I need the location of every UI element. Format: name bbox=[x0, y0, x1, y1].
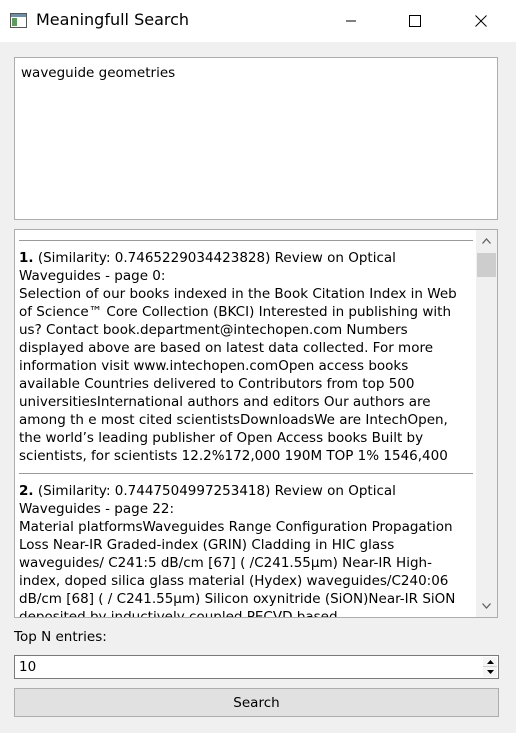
chevron-up-icon bbox=[482, 238, 491, 244]
result-header: 2. (Similarity: 0.7447504997253418) Revi… bbox=[19, 482, 473, 518]
minimize-button[interactable] bbox=[328, 0, 374, 42]
results-panel[interactable]: 1. (Similarity: 0.7465229034423828) Revi… bbox=[14, 229, 498, 618]
chevron-down-icon bbox=[482, 603, 491, 609]
topn-spinbox[interactable]: 10 bbox=[14, 655, 499, 679]
results-list: 1. (Similarity: 0.7465229034423828) Revi… bbox=[19, 240, 473, 618]
results-scrollbar[interactable] bbox=[476, 230, 497, 617]
result-body: Material platformsWaveguides Range Confi… bbox=[19, 519, 456, 618]
result-item: 1. (Similarity: 0.7465229034423828) Revi… bbox=[19, 249, 473, 465]
query-text: waveguide geometries bbox=[21, 65, 176, 81]
spin-buttons bbox=[483, 657, 497, 677]
result-item: 2. (Similarity: 0.7447504997253418) Revi… bbox=[19, 482, 473, 618]
scroll-down-button[interactable] bbox=[476, 595, 497, 617]
result-body: Selection of our books indexed in the Bo… bbox=[19, 286, 457, 464]
search-button[interactable]: Search bbox=[14, 688, 499, 717]
close-icon bbox=[475, 15, 487, 27]
triangle-down-icon bbox=[486, 670, 494, 674]
title-bar[interactable]: Meaningfull Search bbox=[0, 0, 516, 42]
spin-up-button[interactable] bbox=[483, 657, 497, 667]
query-input[interactable]: waveguide geometries bbox=[14, 57, 498, 220]
window-app-icon bbox=[10, 13, 27, 28]
scroll-up-button[interactable] bbox=[476, 230, 497, 252]
minimize-icon bbox=[346, 20, 356, 22]
spin-down-button[interactable] bbox=[483, 667, 497, 677]
result-title: (Similarity: 0.7465229034423828) Review … bbox=[19, 250, 396, 284]
topn-value: 10 bbox=[19, 659, 37, 675]
window-title: Meaningfull Search bbox=[36, 10, 190, 29]
result-number: 2. bbox=[19, 483, 34, 499]
maximize-icon bbox=[409, 15, 421, 27]
triangle-up-icon bbox=[486, 659, 494, 664]
result-number: 1. bbox=[19, 250, 34, 266]
topn-label: Top N entries: bbox=[14, 629, 107, 645]
result-title: (Similarity: 0.7447504997253418) Review … bbox=[19, 483, 396, 517]
scroll-thumb[interactable] bbox=[477, 253, 496, 277]
result-header: 1. (Similarity: 0.7465229034423828) Revi… bbox=[19, 249, 473, 285]
close-button[interactable] bbox=[458, 0, 504, 42]
result-separator bbox=[19, 473, 473, 474]
maximize-button[interactable] bbox=[392, 0, 438, 42]
result-separator bbox=[19, 240, 473, 241]
